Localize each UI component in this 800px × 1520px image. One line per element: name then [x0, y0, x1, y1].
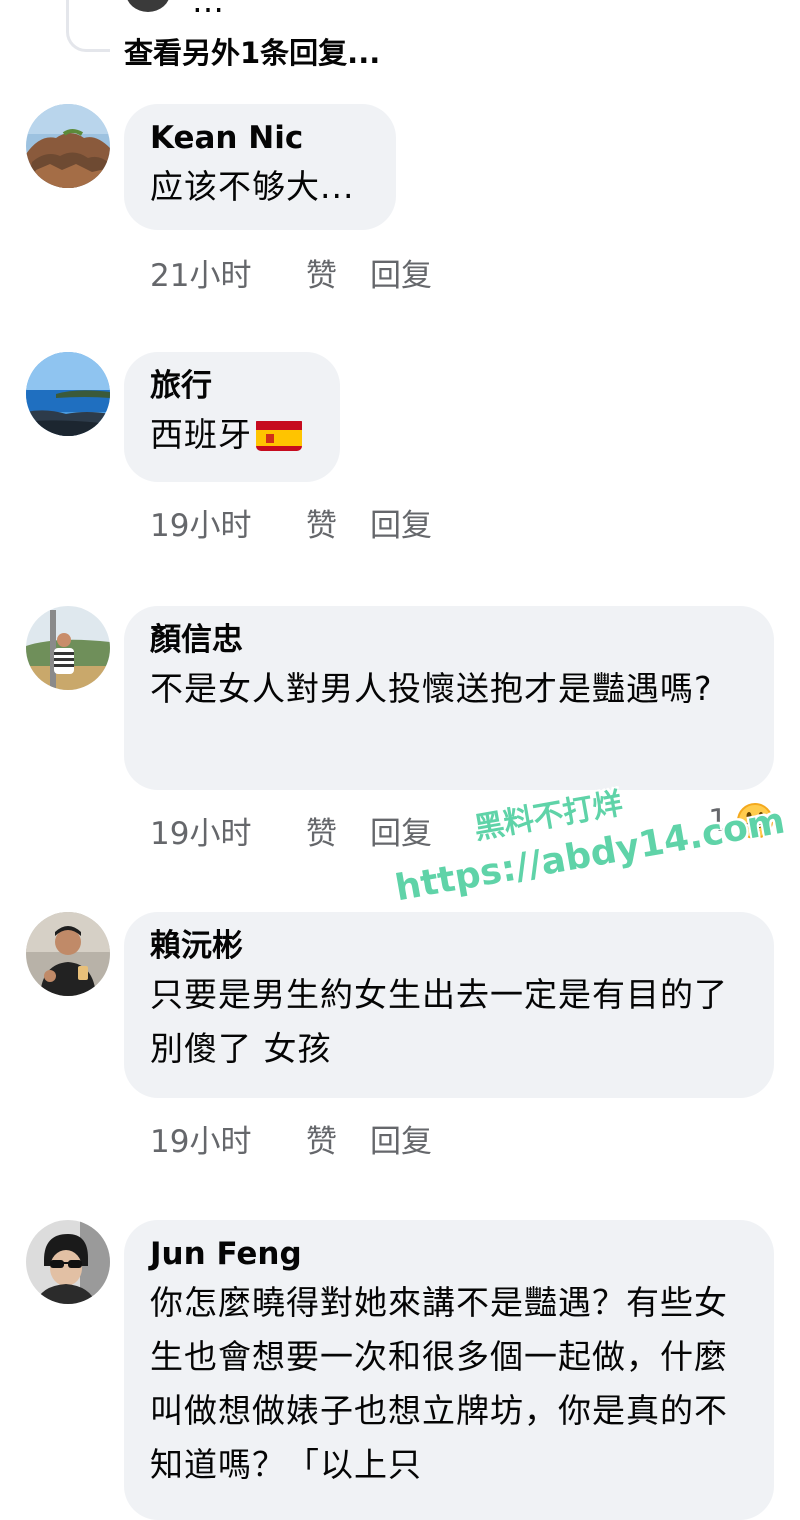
comment-bubble: Jun Feng 你怎麼曉得對她來講不是豔遇？有些女生也會想要一次和很多個一起做… — [124, 1220, 774, 1520]
comment-author[interactable]: 賴沅彬 — [150, 926, 748, 966]
comment-actions: 21小时 赞 回复 — [150, 250, 432, 295]
comment-timestamp[interactable]: 21小时 — [150, 250, 306, 295]
comment-text-value: 西班牙 — [150, 415, 252, 454]
avatar[interactable] — [26, 1220, 110, 1304]
comment-author[interactable]: Jun Feng — [150, 1234, 748, 1274]
reply-button[interactable]: 回复 — [370, 808, 432, 853]
like-button[interactable]: 赞 — [306, 808, 370, 853]
comment-bubble: 旅行 西班牙 — [124, 352, 340, 482]
reply-button[interactable]: 回复 — [370, 1116, 432, 1161]
reaction-count: 1 — [708, 803, 728, 839]
thread-connector-line — [66, 0, 110, 52]
comment-actions: 19小时 赞 回复 — [150, 1116, 432, 1161]
like-button[interactable]: 赞 — [306, 500, 370, 545]
reply-button[interactable]: 回复 — [370, 500, 432, 545]
comment-bubble: 賴沅彬 只要是男生約女生出去一定是有目的了 別傻了 女孩 — [124, 912, 774, 1098]
comment-timestamp[interactable]: 19小时 — [150, 1116, 306, 1161]
comment-actions: 19小时 赞 回复 — [150, 500, 432, 545]
previous-reply-avatar[interactable] — [126, 0, 170, 12]
comment-timestamp[interactable]: 19小时 — [150, 500, 306, 545]
like-button[interactable]: 赞 — [306, 1116, 370, 1161]
comment-actions: 19小时 赞 回复 — [150, 808, 432, 853]
grinning-face-emoji-icon — [736, 802, 774, 840]
reply-button[interactable]: 回复 — [370, 250, 432, 295]
comment-author[interactable]: 旅行 — [150, 366, 314, 406]
spain-flag-emoji-icon — [256, 417, 302, 451]
previous-reply-text: … — [192, 0, 226, 20]
comment-timestamp[interactable]: 19小时 — [150, 808, 306, 853]
comment-text: 只要是男生約女生出去一定是有目的了 別傻了 女孩 — [150, 975, 728, 1068]
comment-author[interactable]: Kean Nic — [150, 118, 370, 158]
avatar[interactable] — [26, 912, 110, 996]
comment-text: 应该不够大... — [150, 167, 355, 206]
like-button[interactable]: 赞 — [306, 250, 370, 295]
avatar[interactable] — [26, 352, 110, 436]
comment-author[interactable]: 顏信忠 — [150, 620, 748, 660]
comment-bubble: 顏信忠 不是女人對男人投懷送抱才是豔遇嗎? — [124, 606, 774, 790]
comment-text: 不是女人對男人投懷送抱才是豔遇嗎? — [150, 669, 713, 708]
avatar[interactable] — [26, 606, 110, 690]
avatar[interactable] — [26, 104, 110, 188]
comment-text: 你怎麼曉得對她來講不是豔遇？有些女生也會想要一次和很多個一起做，什麼叫做想做婊子… — [150, 1283, 728, 1484]
comment-bubble: Kean Nic 应该不够大... — [124, 104, 396, 230]
comment-text: 西班牙 — [150, 408, 314, 462]
reaction-summary[interactable]: 1 — [708, 802, 774, 840]
view-more-replies-link[interactable]: 查看另外1条回复... — [124, 30, 380, 72]
